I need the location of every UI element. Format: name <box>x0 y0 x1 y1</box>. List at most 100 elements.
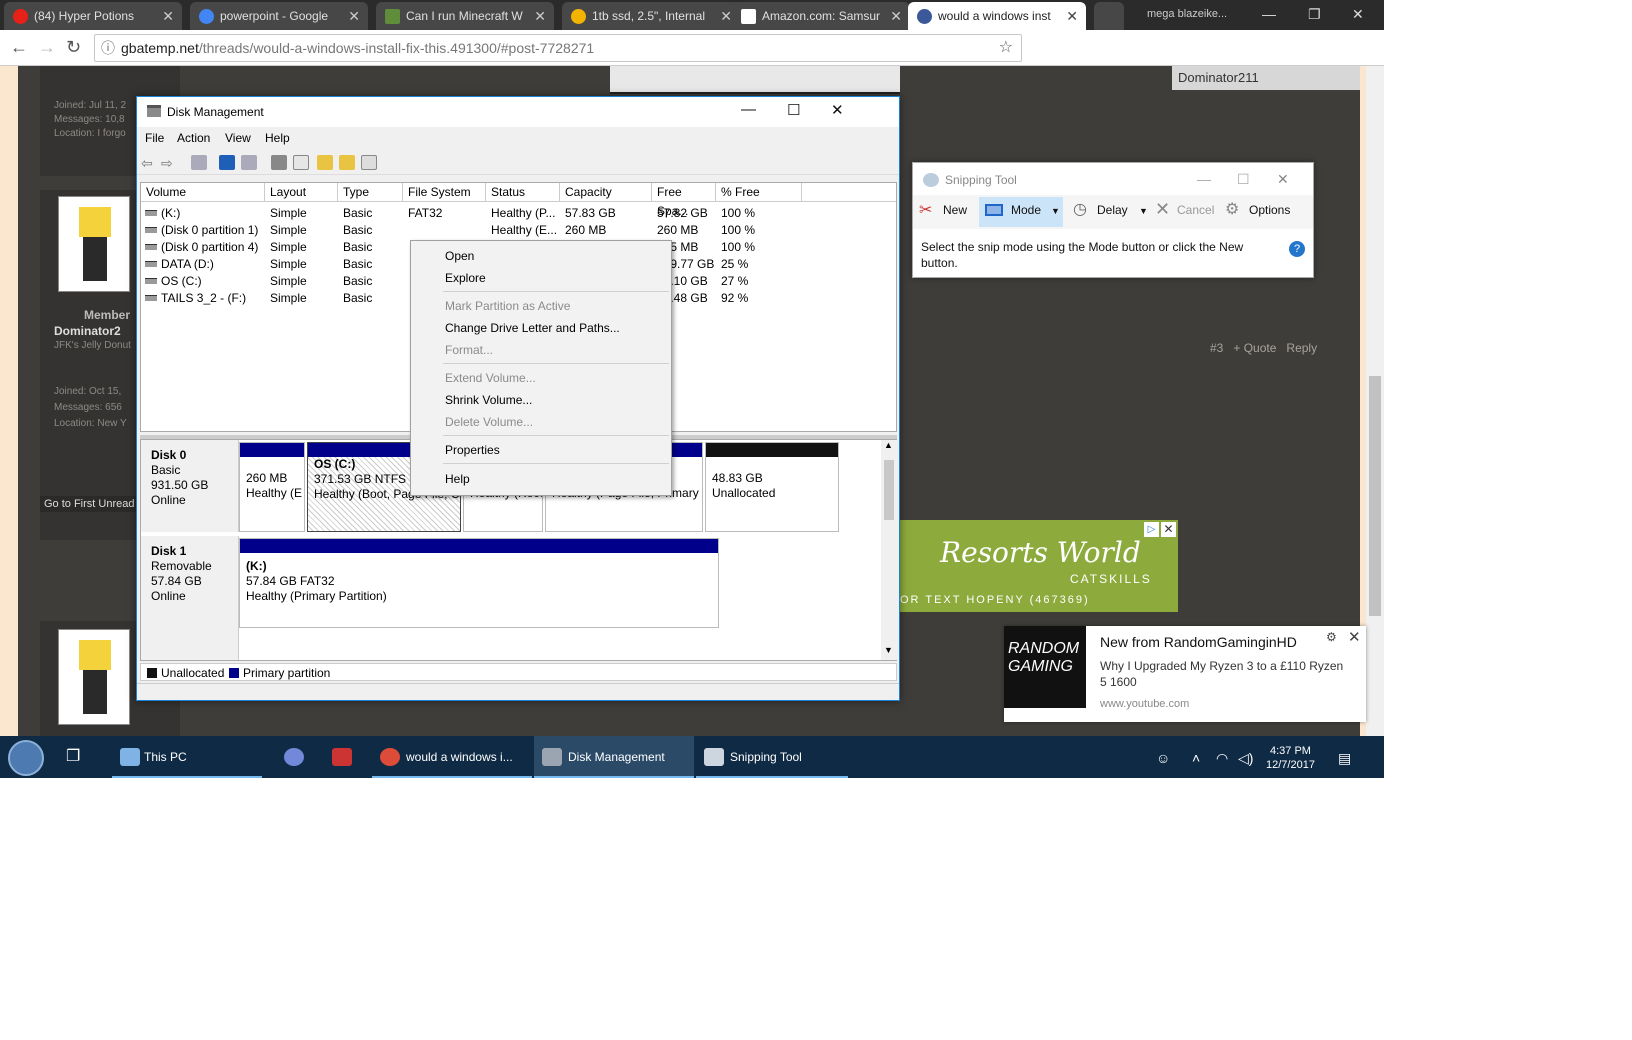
username[interactable]: Dominator2 <box>54 324 121 338</box>
close-icon[interactable]: ✕ <box>831 101 844 119</box>
disk-1-info[interactable]: Disk 1 Removable 57.84 GB Online <box>141 536 239 660</box>
notification-toast[interactable]: RANDOM GAMING New from RandomGaminginHD … <box>1004 626 1366 722</box>
column-header[interactable]: File System <box>403 183 486 202</box>
back-icon[interactable]: ← <box>10 37 28 58</box>
close-icon[interactable]: ✕ <box>1352 6 1364 23</box>
view-icon[interactable] <box>361 155 377 170</box>
menu-item-shrink-volume[interactable]: Shrink Volume... <box>445 393 532 407</box>
partition-block[interactable]: (K:) 57.84 GB FAT32 Healthy (Primary Parti… <box>239 538 719 628</box>
menu-help[interactable]: Help <box>265 131 290 145</box>
user-bar[interactable]: Dominator211 <box>1172 66 1362 90</box>
chevron-up-icon[interactable]: ▲ <box>884 440 893 450</box>
partition-block[interactable]: 48.83 GB Unallocated <box>705 442 839 532</box>
console-tree-icon[interactable] <box>191 155 207 170</box>
column-header[interactable]: Free Spa... <box>652 183 716 218</box>
close-icon[interactable]: ✕ <box>1066 2 1078 30</box>
check-icon[interactable] <box>293 155 309 170</box>
profile-name[interactable]: mega blazeike... <box>1147 8 1227 20</box>
column-header[interactable]: % Free <box>716 183 802 202</box>
people-icon[interactable]: ☺ <box>1156 750 1170 766</box>
chevron-down-icon[interactable]: ▼ <box>1139 206 1148 216</box>
options-button[interactable]: Options <box>1249 203 1290 217</box>
avatar[interactable] <box>58 196 130 292</box>
close-icon[interactable]: ✕ <box>534 2 546 30</box>
discord-icon[interactable] <box>284 736 306 778</box>
username[interactable]: Dominator211 <box>1178 70 1259 85</box>
tab-minecraft[interactable]: Can I run Minecraft W ✕ <box>376 2 554 30</box>
menu-action[interactable]: Action <box>177 131 210 145</box>
avatar[interactable] <box>58 629 130 725</box>
menu-item-change-drive-letter[interactable]: Change Drive Letter and Paths... <box>445 321 620 335</box>
column-header[interactable]: Status <box>486 183 560 202</box>
taskbar-disk-management[interactable]: Disk Management <box>534 736 694 778</box>
properties-icon[interactable] <box>241 155 257 170</box>
menu-item-help[interactable]: Help <box>445 472 470 486</box>
chevron-down-icon[interactable]: ▼ <box>884 645 893 655</box>
close-icon[interactable]: ✕ <box>1161 522 1176 537</box>
graphical-view-scrollbar[interactable]: ▲ ▼ <box>881 440 897 660</box>
menu-item-delete-volume[interactable]: Delete Volume... <box>445 415 533 429</box>
task-view-icon[interactable]: ❐ <box>66 736 90 778</box>
info-icon[interactable]: ⓘ <box>101 35 115 61</box>
scrollbar-thumb[interactable] <box>1369 376 1381 616</box>
tab-ssd[interactable]: 1tb ssd, 2.5", Internal ✕ <box>562 2 740 30</box>
taskbar-chrome[interactable]: would a windows i... <box>372 736 532 778</box>
menu-item-mark-active[interactable]: Mark Partition as Active <box>445 299 570 313</box>
minimize-icon[interactable]: — <box>1262 6 1276 22</box>
volume-icon[interactable]: ◁) <box>1238 750 1253 767</box>
maximize-icon[interactable]: ☐ <box>1237 171 1250 188</box>
column-header[interactable]: Layout <box>265 183 338 202</box>
restore-icon[interactable]: ❐ <box>1308 6 1321 23</box>
scrollbar-thumb[interactable] <box>884 460 894 520</box>
connect-icon[interactable] <box>271 155 287 170</box>
close-icon[interactable]: ✕ <box>890 2 902 30</box>
column-header[interactable]: Type <box>338 183 403 202</box>
chevron-up-icon[interactable]: ˄ <box>1192 750 1200 766</box>
go-to-first-unread-button[interactable]: Go to First Unread <box>40 496 139 512</box>
help-icon[interactable]: ? <box>1289 241 1305 257</box>
start-button[interactable] <box>8 740 44 776</box>
menu-view[interactable]: View <box>225 131 251 145</box>
quote-button[interactable]: + Quote <box>1233 341 1276 355</box>
advertisement[interactable]: Resorts World CATSKILLS OR TEXT HOPENY (… <box>900 520 1178 612</box>
menu-item-extend-volume[interactable]: Extend Volume... <box>445 371 536 385</box>
tab-hyper-potions[interactable]: (84) Hyper Potions ✕ <box>4 2 182 30</box>
gear-icon[interactable]: ⚙ <box>1326 630 1337 644</box>
taskbar-snipping-tool[interactable]: Snipping Tool <box>696 736 848 778</box>
tab-amazon[interactable]: Amazon.com: Samsur ✕ <box>732 2 910 30</box>
table-row[interactable]: (K:) Simple Basic FAT32 Healthy (P... 57… <box>141 204 896 221</box>
reply-button[interactable]: Reply <box>1286 341 1317 355</box>
minimize-icon[interactable]: — <box>741 101 756 118</box>
new-button[interactable]: New <box>943 203 967 217</box>
address-bar[interactable]: ⓘ gbatemp.net/threads/would-a-windows-in… <box>94 34 1022 62</box>
wifi-icon[interactable]: ◠ <box>1216 750 1228 767</box>
close-icon[interactable]: ✕ <box>162 2 174 30</box>
column-header[interactable]: Volume <box>141 183 265 202</box>
close-icon[interactable]: ✕ <box>1277 171 1289 188</box>
delay-button[interactable]: Delay <box>1097 203 1128 217</box>
table-row[interactable]: (Disk 0 partition 1) Simple Basic Health… <box>141 221 896 238</box>
action-center-icon[interactable]: ▤ <box>1338 750 1351 767</box>
menu-item-format[interactable]: Format... <box>445 343 493 357</box>
disk-0-info[interactable]: Disk 0 Basic 931.50 GB Online <box>141 440 239 532</box>
back-icon[interactable]: ⇦ <box>141 155 157 171</box>
folder-up-icon[interactable] <box>317 155 333 170</box>
menu-file[interactable]: File <box>145 131 164 145</box>
forward-icon[interactable]: ⇨ <box>161 155 177 171</box>
chevron-down-icon[interactable]: ▼ <box>1051 206 1060 216</box>
tab-gbatemp[interactable]: would a windows inst ✕ <box>908 2 1086 30</box>
folder-icon[interactable] <box>339 155 355 170</box>
menu-item-open[interactable]: Open <box>445 249 474 263</box>
close-icon[interactable]: ✕ <box>348 2 360 30</box>
app-icon[interactable] <box>332 736 354 778</box>
page-scrollbar[interactable] <box>1366 66 1384 736</box>
adchoices-icon[interactable]: ▷ <box>1144 522 1159 537</box>
forward-icon[interactable]: → <box>38 37 56 58</box>
post-number[interactable]: #3 <box>1210 341 1223 355</box>
help-icon[interactable] <box>219 155 235 170</box>
reload-icon[interactable]: ↻ <box>66 37 81 58</box>
minimize-icon[interactable]: — <box>1197 171 1211 187</box>
clock[interactable]: 4:37 PM 12/7/2017 <box>1266 744 1315 772</box>
menu-item-explore[interactable]: Explore <box>445 271 486 285</box>
mode-label[interactable]: Mode <box>1011 203 1041 217</box>
